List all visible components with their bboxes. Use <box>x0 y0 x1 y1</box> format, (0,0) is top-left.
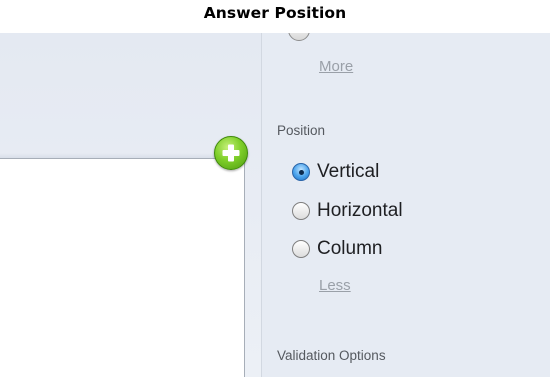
options-panel: More Position Vertical Horizontal Column… <box>262 33 550 377</box>
radio-unselected-icon[interactable] <box>292 202 310 220</box>
position-label: Position <box>277 123 326 138</box>
radio-unselected-icon[interactable] <box>292 240 310 258</box>
figure-caption: Answer Position <box>203 4 347 22</box>
radio-selected-icon[interactable] <box>292 163 310 181</box>
radio-column[interactable]: Column <box>292 236 382 262</box>
answer-input-box[interactable] <box>0 158 245 377</box>
radio-vertical-label: Vertical <box>317 161 380 182</box>
plus-icon <box>222 144 240 162</box>
less-link[interactable]: Less <box>319 277 351 294</box>
more-link[interactable]: More <box>319 58 353 75</box>
screenshot-region: More Position Vertical Horizontal Column… <box>0 33 550 377</box>
radio-column-label: Column <box>317 238 383 259</box>
radio-horizontal-label: Horizontal <box>317 200 403 221</box>
radio-horizontal[interactable]: Horizontal <box>292 198 403 224</box>
radio-vertical[interactable]: Vertical <box>292 159 379 185</box>
add-answer-button[interactable] <box>214 136 248 170</box>
validation-options-label: Validation Options <box>277 348 386 363</box>
figure: Answer Position More Position Vertical H… <box>0 0 550 377</box>
partial-radio-button[interactable] <box>288 33 310 41</box>
question-editor-pane <box>0 33 261 377</box>
